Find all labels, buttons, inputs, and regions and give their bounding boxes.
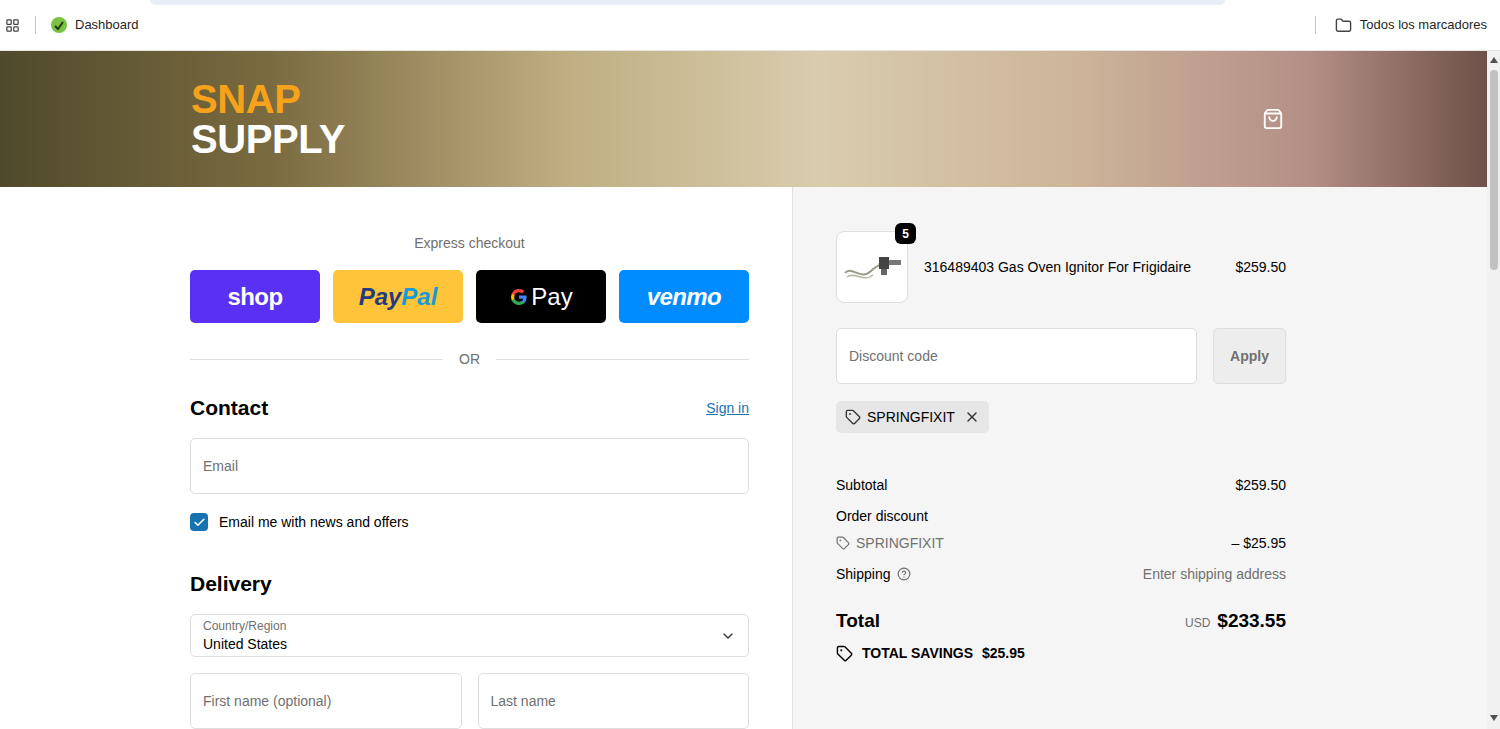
checkout-form: Express checkout shopPayPalPayvenmo OR Cont… bbox=[0, 187, 793, 729]
total-row: TotalUSD$233.55 bbox=[836, 609, 1286, 633]
item-price: $259.50 bbox=[1235, 257, 1286, 278]
help-icon[interactable] bbox=[897, 567, 911, 581]
scrollbar-thumb[interactable] bbox=[1490, 70, 1498, 270]
order-discount-label: Order discount bbox=[836, 505, 1286, 527]
quantity-badge: 5 bbox=[895, 223, 916, 244]
paypal-button[interactable]: PayPal bbox=[333, 270, 463, 323]
dashboard-icon bbox=[51, 17, 67, 33]
bookmarks-bar: Dashboard Todos los marcadores bbox=[0, 0, 1500, 51]
scroll-down-icon[interactable] bbox=[1490, 715, 1498, 721]
subtotal-row: Subtotal$259.50 bbox=[836, 474, 1286, 496]
bookmark[interactable]: Dashboard bbox=[51, 15, 139, 35]
google-g-icon bbox=[509, 287, 529, 307]
email-field[interactable]: Email bbox=[190, 438, 749, 494]
scroll-up-icon[interactable] bbox=[1490, 57, 1498, 63]
ignitor-icon bbox=[841, 247, 903, 287]
all-bookmarks[interactable]: Todos los marcadores bbox=[1335, 15, 1495, 35]
delivery-heading: Delivery bbox=[190, 571, 749, 597]
scrollbar[interactable] bbox=[1487, 51, 1500, 729]
cart-item: 5 316489403 Gas Oven Ignitor For Frigidai… bbox=[836, 231, 1286, 303]
apps-icon[interactable] bbox=[5, 18, 20, 33]
cart-icon[interactable] bbox=[1262, 108, 1284, 130]
total-savings: TOTAL SAVINGS$25.95 bbox=[836, 643, 1286, 663]
header-banner: SNAPSUPPLY bbox=[0, 51, 1487, 187]
item-name: 316489403 Gas Oven Ignitor For Frigidair… bbox=[924, 257, 1235, 278]
check-icon bbox=[193, 516, 206, 529]
or-divider: OR bbox=[190, 349, 749, 369]
contact-heading: Contact bbox=[190, 392, 268, 424]
folder-icon bbox=[1335, 17, 1352, 34]
address-bar-edge bbox=[150, 0, 1225, 5]
discount-tag: SPRINGFIXIT bbox=[836, 401, 989, 433]
express-checkout-label: Express checkout bbox=[190, 233, 749, 253]
discount-field[interactable]: Discount code bbox=[836, 328, 1197, 384]
separator bbox=[1315, 16, 1316, 34]
remove-icon[interactable] bbox=[964, 409, 980, 425]
newsletter-checkbox-row[interactable]: Email me with news and offers bbox=[190, 513, 749, 531]
shipping-row: ShippingEnter shipping address bbox=[836, 563, 1286, 585]
tag-icon bbox=[836, 645, 853, 662]
product-thumbnail: 5 bbox=[836, 231, 908, 303]
discount-row: SPRINGFIXIT– $25.95 bbox=[836, 533, 1286, 553]
country-select[interactable]: Country/RegionUnited States bbox=[190, 614, 749, 657]
shop-button[interactable]: shop bbox=[190, 270, 320, 323]
tag-icon bbox=[845, 409, 861, 425]
newsletter-checkbox[interactable] bbox=[190, 513, 208, 531]
first-name-field[interactable]: First name (optional) bbox=[190, 673, 462, 729]
separator bbox=[35, 16, 36, 34]
venmo-button[interactable]: venmo bbox=[619, 270, 749, 323]
page: Dashboard Todos los marcadores SNAPSUPPLY E… bbox=[0, 0, 1500, 729]
gpay-button[interactable]: Pay bbox=[476, 270, 606, 323]
logo[interactable]: SNAPSUPPLY bbox=[191, 79, 345, 159]
last-name-field[interactable]: Last name bbox=[478, 673, 750, 729]
apply-button[interactable]: Apply bbox=[1213, 328, 1286, 384]
order-summary: 5 316489403 Gas Oven Ignitor For Frigidai… bbox=[793, 187, 1487, 729]
chevron-down-icon bbox=[720, 628, 736, 644]
tag-icon bbox=[836, 536, 850, 550]
sign-in-link[interactable]: Sign in bbox=[706, 398, 749, 419]
